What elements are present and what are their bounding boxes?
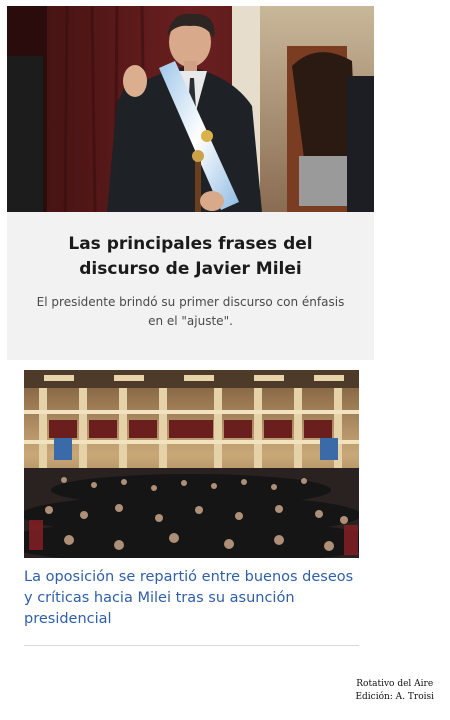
article-2-photo[interactable] — [24, 370, 359, 558]
news-page: Las principales frases del discurso de J… — [0, 0, 450, 720]
article-1-photo[interactable] — [7, 6, 374, 212]
article-card-2[interactable]: La oposición se repartió entre buenos de… — [24, 370, 359, 648]
congress-photo-illustration — [24, 370, 359, 558]
article-1-subheadline: El presidente brindó su primer discurso … — [36, 295, 345, 328]
president-photo-illustration — [7, 6, 374, 212]
article-1-text: Las principales frases del discurso de J… — [7, 224, 374, 331]
credits: Rotativo del Aire Edición: A. Troisi — [355, 678, 434, 704]
article-card-1[interactable]: Las principales frases del discurso de J… — [7, 6, 374, 360]
article-1-headline[interactable]: Las principales frases del discurso de J… — [27, 232, 354, 282]
article-2-headline[interactable]: La oposición se repartió entre buenos de… — [24, 567, 359, 630]
credits-line-2: Edición: A. Troisi — [355, 692, 434, 702]
article-divider — [24, 645, 359, 646]
credits-line-1: Rotativo del Aire — [356, 679, 434, 689]
